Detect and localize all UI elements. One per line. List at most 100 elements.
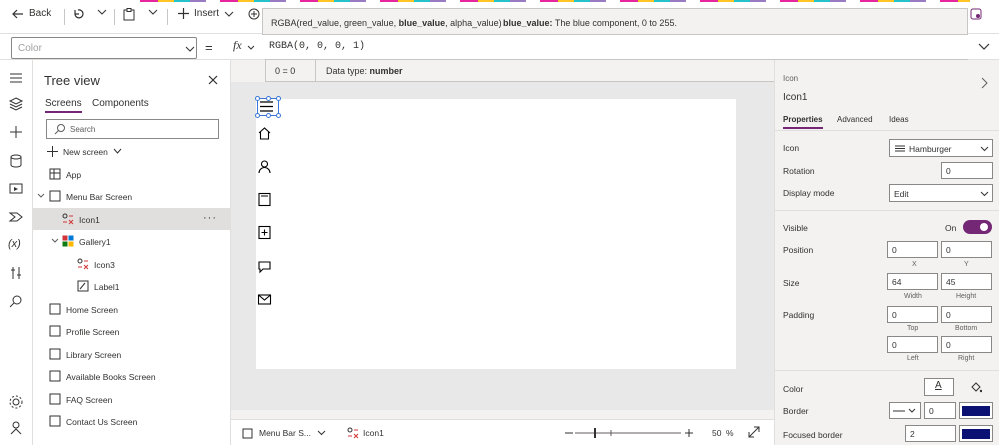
undo-button[interactable] [72, 8, 84, 20]
resize-handle[interactable] [276, 113, 281, 118]
more-options-icon[interactable]: ··· [203, 212, 217, 224]
fill-color-button[interactable] [960, 378, 992, 396]
position-x-input[interactable]: 0 [887, 241, 938, 258]
visible-label: Visible [783, 223, 808, 233]
tab-advanced[interactable]: Advanced [837, 115, 873, 124]
y-caption: Y [964, 261, 969, 268]
tree-item-menu-bar-screen[interactable]: Menu Bar Screen [33, 185, 230, 207]
tab-components[interactable]: Components [92, 98, 149, 109]
focused-border-input[interactable]: 2 [905, 425, 956, 442]
padding-right-input[interactable]: 0 [941, 336, 992, 353]
position-label: Position [783, 245, 814, 255]
tree-item-library-screen[interactable]: Library Screen [33, 343, 230, 365]
book-icon[interactable] [257, 192, 272, 207]
search-icon[interactable] [8, 293, 24, 309]
icon-value: Hamburger [909, 144, 952, 154]
control-name[interactable]: Icon1 [783, 92, 807, 103]
width-input[interactable]: 64 [887, 273, 938, 290]
tree-item-contact-us-screen[interactable]: Contact Us Screen [33, 410, 230, 432]
layers-icon[interactable] [8, 96, 24, 112]
tree-item-home-screen[interactable]: Home Screen [33, 298, 230, 320]
tab-ideas[interactable]: Ideas [889, 115, 909, 124]
tree-item-label: FAQ Screen [66, 395, 113, 405]
tree-item-icon1[interactable]: Icon1 ··· [33, 208, 230, 230]
hamburger-icon[interactable] [8, 70, 24, 86]
width-caption: Width [904, 293, 922, 300]
height-input[interactable]: 45 [941, 273, 992, 290]
paste-dropdown[interactable] [148, 8, 158, 16]
text-color-button[interactable]: A [924, 378, 954, 396]
search-input[interactable]: Search [46, 119, 219, 139]
arrow-left-icon [12, 9, 23, 18]
media-icon[interactable] [8, 181, 24, 197]
mail-icon[interactable] [257, 292, 272, 307]
tree-item-icon3[interactable]: Icon3 [33, 253, 230, 275]
display-mode-dropdown[interactable]: Edit [889, 184, 993, 202]
fit-to-window-icon[interactable] [748, 426, 760, 438]
expand-formula-icon[interactable] [978, 43, 990, 51]
tree-item-label1[interactable]: Label1 [33, 275, 230, 297]
power-automate-icon[interactable] [8, 209, 24, 225]
add-data-button[interactable] [248, 8, 260, 20]
icon-dropdown[interactable]: Hamburger [889, 139, 993, 157]
display-mode-label: Display mode [783, 188, 835, 198]
tools-icon[interactable] [8, 265, 24, 281]
zoom-slider[interactable] [565, 427, 693, 439]
add-circle-icon [248, 8, 260, 20]
chevron-down-icon [51, 238, 59, 243]
current-control[interactable]: Icon1 [363, 428, 384, 438]
chevron-right-icon[interactable] [980, 77, 988, 89]
focused-border-color-picker[interactable] [959, 425, 993, 442]
back-button[interactable]: Back [12, 8, 51, 19]
chevron-down-icon [97, 9, 107, 15]
chat-icon[interactable] [257, 259, 272, 274]
padding-left-input[interactable]: 0 [887, 336, 938, 353]
resize-handle[interactable] [276, 96, 281, 101]
visible-toggle[interactable] [963, 220, 992, 234]
tab-properties[interactable]: Properties [783, 115, 823, 129]
chevron-down-icon [224, 11, 234, 17]
chevron-down-icon[interactable] [317, 430, 326, 436]
person-icon[interactable] [257, 159, 272, 174]
gear-icon[interactable] [8, 394, 24, 410]
tree-item-app[interactable]: App [33, 163, 230, 185]
border-thickness-input[interactable]: 0 [924, 402, 956, 419]
tab-screens[interactable]: Screens [45, 98, 82, 113]
search-placeholder: Search [70, 125, 96, 134]
tree-item-label: Icon1 [79, 215, 100, 225]
top-caption: Top [907, 325, 919, 332]
app-screen[interactable] [256, 99, 736, 369]
control-type: Icon [783, 74, 799, 83]
padding-top-input[interactable]: 0 [887, 306, 938, 323]
formula-input[interactable]: RGBA(0, 0, 0, 1) [269, 41, 365, 52]
padding-label: Padding [783, 310, 815, 320]
search-icon [54, 124, 65, 135]
new-screen-button[interactable]: New screen [47, 146, 122, 157]
tree-item-profile-screen[interactable]: Profile Screen [33, 320, 230, 342]
home-icon[interactable] [257, 126, 272, 141]
close-icon[interactable] [208, 75, 218, 85]
border-color-picker[interactable] [959, 402, 993, 419]
rotation-input[interactable]: 0 [941, 162, 993, 179]
fx-button[interactable]: fx [233, 38, 242, 53]
property-dropdown[interactable]: Color [11, 37, 197, 59]
current-screen[interactable]: Menu Bar S... [259, 428, 311, 438]
variables-icon[interactable]: (x) [8, 238, 21, 250]
tree-item-label: Menu Bar Screen [66, 192, 133, 202]
tree-item-faq-screen[interactable]: FAQ Screen [33, 388, 230, 410]
tree-item-gallery1[interactable]: Gallery1 [33, 230, 230, 252]
settings-button[interactable] [970, 8, 982, 20]
insert-button[interactable]: Insert [178, 8, 234, 19]
paste-button[interactable] [123, 8, 135, 21]
hamburger-icon[interactable] [259, 100, 274, 115]
color-swatch [962, 406, 990, 416]
undo-dropdown[interactable] [97, 8, 107, 16]
database-icon[interactable] [8, 153, 24, 169]
position-y-input[interactable]: 0 [941, 241, 992, 258]
border-style-dropdown[interactable] [889, 402, 921, 419]
padding-bottom-input[interactable]: 0 [941, 306, 992, 323]
tree-item-available-books-screen[interactable]: Available Books Screen [33, 365, 230, 387]
plus-icon[interactable] [8, 124, 24, 140]
add-document-icon[interactable] [257, 225, 272, 240]
virtual-agent-icon[interactable] [8, 420, 24, 436]
